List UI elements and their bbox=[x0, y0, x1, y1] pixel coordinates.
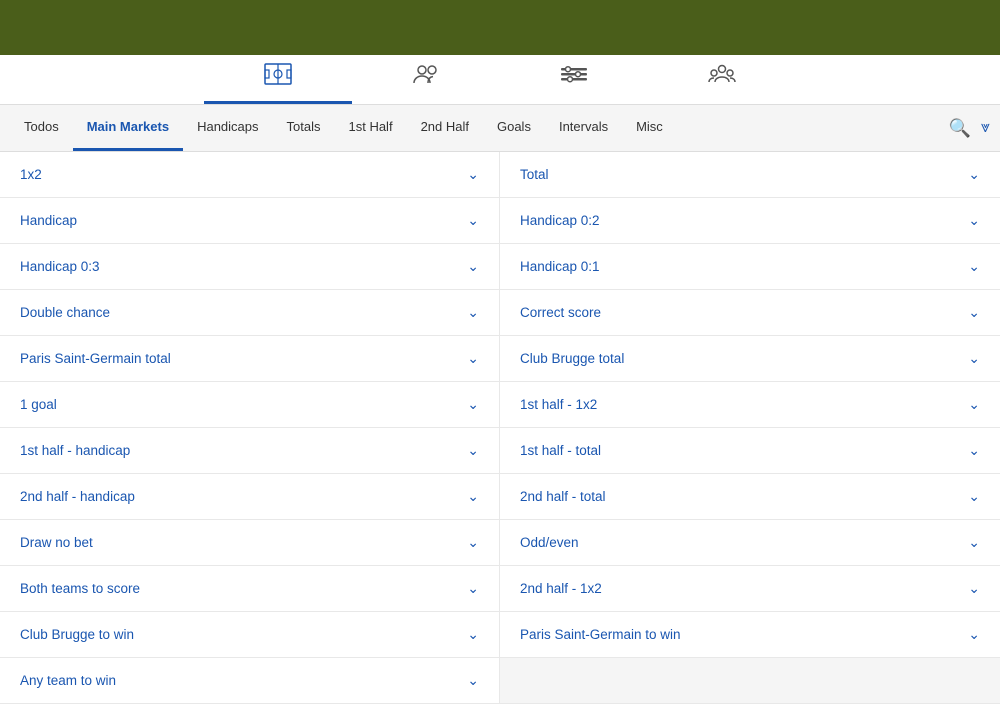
chevron-down-icon: ⌄ bbox=[968, 350, 980, 367]
tab-totals[interactable]: Totals bbox=[273, 105, 335, 151]
chevron-down-icon: ⌄ bbox=[467, 304, 479, 321]
market-cell-left[interactable]: Handicap 0:3 ⌄ bbox=[0, 244, 500, 290]
market-cell-left[interactable]: Both teams to score ⌄ bbox=[0, 566, 500, 612]
tab-goals[interactable]: Goals bbox=[483, 105, 545, 151]
market-cell-left[interactable]: Any team to win ⌄ bbox=[0, 658, 500, 704]
market-name: 1st half - handicap bbox=[20, 443, 130, 458]
chevron-down-icon: ⌄ bbox=[968, 488, 980, 505]
chevron-down-icon: ⌄ bbox=[968, 212, 980, 229]
tab-icon-players[interactable] bbox=[352, 55, 500, 104]
market-cell-right bbox=[500, 658, 1000, 704]
market-name: 1st half - 1x2 bbox=[520, 397, 597, 412]
market-cell-right[interactable]: 2nd half - 1x2 ⌄ bbox=[500, 566, 1000, 612]
markets-grid: 1x2⌄Total⌄Handicap⌄Handicap 0:2⌄Handicap… bbox=[0, 152, 1000, 704]
market-name: 2nd half - 1x2 bbox=[520, 581, 602, 596]
market-cell-right[interactable]: Club Brugge total ⌄ bbox=[500, 336, 1000, 382]
tab-icons-row bbox=[0, 55, 1000, 105]
market-cell-left[interactable]: 2nd half - handicap ⌄ bbox=[0, 474, 500, 520]
chevron-down-icon: ⌄ bbox=[467, 488, 479, 505]
market-name: Total bbox=[520, 167, 549, 182]
market-cell-right[interactable]: Odd/even ⌄ bbox=[500, 520, 1000, 566]
market-name: Both teams to score bbox=[20, 581, 140, 596]
market-cell-right[interactable]: 1st half - 1x2 ⌄ bbox=[500, 382, 1000, 428]
nav-tabs: Todos Main Markets Handicaps Totals 1st … bbox=[0, 105, 1000, 152]
market-cell-left[interactable]: 1st half - handicap ⌄ bbox=[0, 428, 500, 474]
tab-main-markets[interactable]: Main Markets bbox=[73, 105, 183, 151]
market-name: 2nd half - handicap bbox=[20, 489, 135, 504]
chevron-down-icon: ⌄ bbox=[968, 626, 980, 643]
chevron-down-icon: ⌄ bbox=[467, 396, 479, 413]
chevron-down-icon: ⌄ bbox=[968, 258, 980, 275]
tab-1st-half[interactable]: 1st Half bbox=[334, 105, 406, 151]
tab-handicaps[interactable]: Handicaps bbox=[183, 105, 272, 151]
market-cell-right[interactable]: Handicap 0:2 ⌄ bbox=[500, 198, 1000, 244]
chevron-down-icon: ⌄ bbox=[467, 258, 479, 275]
tab-icon-groups[interactable] bbox=[648, 55, 796, 104]
chevron-down-icon: ⌄ bbox=[968, 166, 980, 183]
chevron-down-icon: ⌄ bbox=[968, 580, 980, 597]
chevron-down-icon: ⌄ bbox=[467, 626, 479, 643]
chevron-down-icon: ⌄ bbox=[467, 350, 479, 367]
market-name: Double chance bbox=[20, 305, 110, 320]
chevron-down-icon: ⌄ bbox=[467, 672, 479, 689]
market-name: Draw no bet bbox=[20, 535, 93, 550]
chevron-down-icon: ⌄ bbox=[968, 396, 980, 413]
market-cell-right[interactable]: Total ⌄ bbox=[500, 152, 1000, 198]
top-bar bbox=[0, 0, 1000, 55]
chevron-down-icon: ⌄ bbox=[467, 212, 479, 229]
tab-intervals[interactable]: Intervals bbox=[545, 105, 622, 151]
market-name: Handicap 0:2 bbox=[520, 213, 600, 228]
chevron-down-icon: ⌄ bbox=[467, 534, 479, 551]
market-cell-left[interactable]: 1 goal ⌄ bbox=[0, 382, 500, 428]
tab-2nd-half[interactable]: 2nd Half bbox=[407, 105, 483, 151]
market-name: Paris Saint-Germain total bbox=[20, 351, 171, 366]
market-name: Odd/even bbox=[520, 535, 579, 550]
tab-misc[interactable]: Misc bbox=[622, 105, 677, 151]
market-cell-left[interactable]: 1x2 ⌄ bbox=[0, 152, 500, 198]
market-name: Handicap bbox=[20, 213, 77, 228]
market-cell-left[interactable]: Paris Saint-Germain total ⌄ bbox=[0, 336, 500, 382]
search-icon[interactable]: 🔍 bbox=[949, 118, 971, 139]
chevron-down-icon: ⌄ bbox=[968, 442, 980, 459]
market-cell-left[interactable]: Double chance ⌄ bbox=[0, 290, 500, 336]
nav-right-actions: 🔍 ⩔ bbox=[949, 118, 990, 139]
market-cell-right[interactable]: Correct score ⌄ bbox=[500, 290, 1000, 336]
chevron-down-icon: ⌄ bbox=[968, 304, 980, 321]
tab-icon-settings[interactable] bbox=[500, 55, 648, 104]
market-name: Club Brugge to win bbox=[20, 627, 134, 642]
chevron-down-icon: ⌄ bbox=[968, 534, 980, 551]
market-name: Paris Saint-Germain to win bbox=[520, 627, 681, 642]
market-name: Handicap 0:1 bbox=[520, 259, 600, 274]
market-cell-right[interactable]: 1st half - total ⌄ bbox=[500, 428, 1000, 474]
market-cell-right[interactable]: 2nd half - total ⌄ bbox=[500, 474, 1000, 520]
market-cell-left[interactable]: Club Brugge to win ⌄ bbox=[0, 612, 500, 658]
chevron-down-icon: ⌄ bbox=[467, 166, 479, 183]
market-name: Any team to win bbox=[20, 673, 116, 688]
market-cell-right[interactable]: Handicap 0:1 ⌄ bbox=[500, 244, 1000, 290]
filter-icon[interactable]: ⩔ bbox=[981, 119, 990, 137]
chevron-down-icon: ⌄ bbox=[467, 580, 479, 597]
market-name: Correct score bbox=[520, 305, 601, 320]
market-name: 2nd half - total bbox=[520, 489, 606, 504]
market-cell-left[interactable]: Handicap ⌄ bbox=[0, 198, 500, 244]
market-name: Club Brugge total bbox=[520, 351, 624, 366]
tab-icon-field[interactable] bbox=[204, 55, 352, 104]
market-cell-right[interactable]: Paris Saint-Germain to win ⌄ bbox=[500, 612, 1000, 658]
market-cell-left[interactable]: Draw no bet ⌄ bbox=[0, 520, 500, 566]
market-name: 1st half - total bbox=[520, 443, 601, 458]
market-name: 1 goal bbox=[20, 397, 57, 412]
tab-todos[interactable]: Todos bbox=[10, 105, 73, 151]
chevron-down-icon: ⌄ bbox=[467, 442, 479, 459]
market-name: 1x2 bbox=[20, 167, 42, 182]
market-name: Handicap 0:3 bbox=[20, 259, 100, 274]
